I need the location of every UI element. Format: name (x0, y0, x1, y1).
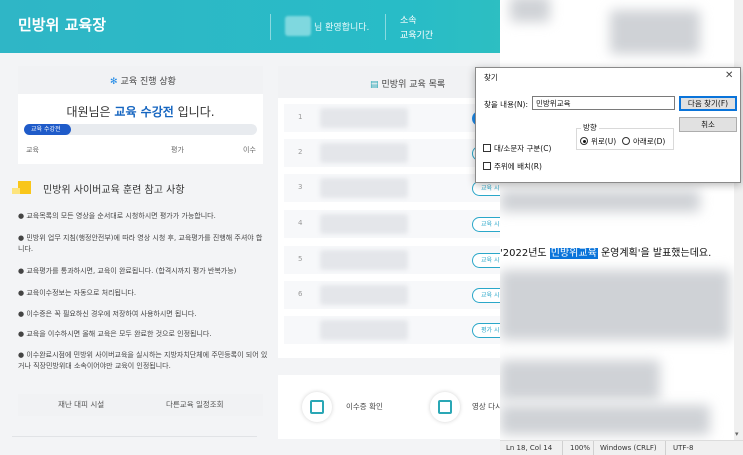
cursor-position: Ln 18, Col 14 (506, 444, 553, 452)
affiliation-label: 소속 (400, 16, 417, 26)
row-number: 1 (298, 113, 303, 121)
blurred-content (510, 0, 550, 22)
find-next-button[interactable]: 다음 찾기(F) (679, 96, 737, 111)
direction-up-label[interactable]: 위로(U) (591, 136, 616, 147)
blurred-content (500, 190, 700, 212)
notice-item: ● 교육이수정보는 자동으로 처리됩니다. (18, 289, 137, 297)
welcome-text: 님 환영합니다. (314, 23, 370, 33)
vertical-scrollbar[interactable] (734, 0, 743, 440)
blurred-content (500, 405, 710, 435)
progress-title: ✻ 교육 진행 상황 (110, 77, 176, 87)
status-highlight: 교육 수강전 (114, 105, 174, 119)
direction-label: 방향 (581, 122, 599, 133)
education-row: 1교육 시청 (284, 104, 508, 132)
notice-item: ● 이수완료시점에 민방위 사이버교육을 실시하는 지방자치단체에 주민등록이 … (18, 351, 268, 370)
scroll-down-icon[interactable]: ▾ (735, 430, 739, 438)
blurred-content (500, 270, 730, 340)
notice-item: ● 교육목록의 모든 영상을 순서대로 시청하시면 평가가 가능합니다. (18, 212, 216, 220)
monitor-icon (438, 400, 452, 414)
other-schedule-link[interactable]: 다른교육 일정조회 (166, 399, 224, 410)
progress-card-header: ✻ 교육 진행 상황 (18, 66, 263, 94)
notice-icon (12, 181, 31, 194)
certificate-bar: 이수증 확인 영상 다시보기 (278, 375, 516, 439)
education-row: 5 교육 시청 (284, 246, 508, 274)
blurred-content (500, 360, 660, 400)
row-title-blurred (320, 285, 408, 305)
step-education: 교육 (26, 146, 39, 154)
header-divider (270, 14, 271, 40)
row-title-blurred (320, 214, 408, 234)
row-title-blurred (320, 320, 408, 340)
progress-card: ✻ 교육 진행 상황 대원님은 교육 수강전 입니다. 교육 수강전 교육 평가 … (18, 66, 263, 164)
education-row: 평가 시작 (284, 316, 508, 344)
row-number: 4 (298, 219, 303, 227)
notice-item: ● 교육평가를 통과하시면, 교육이 완료됩니다. (합격시까지 평가 반복가능… (18, 267, 237, 275)
direction-down-label[interactable]: 아래로(D) (633, 136, 665, 147)
bottom-link-bar: 재난 대피 시설 다른교육 일정조회 (18, 394, 263, 416)
statusbar-divider (562, 441, 563, 455)
shelter-link[interactable]: 재난 대피 시설 (58, 399, 104, 410)
certificate-button[interactable] (302, 392, 332, 422)
notice-item: ● 민방위 업무 지침(행정안전부)에 따라 영상 시청 후, 교육평가를 진행… (18, 234, 263, 253)
user-name-blurred (285, 16, 311, 36)
line-ending: Windows (CRLF) (600, 444, 657, 452)
header-divider (385, 14, 386, 40)
close-icon[interactable]: ✕ (725, 70, 733, 81)
row-title-blurred (320, 143, 408, 163)
education-row: 2교육 시청 (284, 139, 508, 167)
blurred-content (610, 10, 700, 54)
cancel-button[interactable]: 취소 (679, 117, 737, 132)
video-replay-button[interactable] (430, 392, 460, 422)
search-highlight: 민방위교육 (549, 248, 598, 259)
statusbar-divider (665, 441, 666, 455)
step-completion: 이수 (243, 146, 256, 154)
row-number: 2 (298, 148, 303, 156)
match-case-label[interactable]: 대/소문자 구분(C) (494, 143, 551, 154)
notice-item: ● 교육을 이수하시면 올해 교육은 모두 완료한 것으로 인정됩니다. (18, 330, 212, 338)
certificate-label[interactable]: 이수증 확인 (346, 401, 383, 412)
zoom-level: 100% (570, 444, 591, 452)
direction-up-radio[interactable] (580, 137, 588, 145)
education-list-header: ▤ 민방위 교육 목록 (278, 66, 505, 98)
row-title-blurred (320, 250, 408, 270)
direction-down-radio[interactable] (622, 137, 630, 145)
period-label: 교육기간 (400, 31, 434, 41)
row-title-blurred (320, 178, 408, 198)
step-evaluation: 평가 (171, 146, 184, 154)
education-list-title: ▤ 민방위 교육 목록 (370, 80, 446, 90)
certificate-icon (310, 400, 324, 414)
status-line: 대원님은 교육 수강전 입니다. (66, 105, 215, 119)
education-row: 3 교육 시청 (284, 174, 508, 202)
progress-badge: 교육 수강전 (31, 126, 61, 133)
match-case-checkbox[interactable] (483, 144, 491, 152)
notice-title: 민방위 사이버교육 훈련 참고 사항 (43, 185, 185, 196)
status-bar: Ln 18, Col 14 100% Windows (CRLF) UTF-8 (500, 440, 743, 455)
row-number: 3 (298, 183, 303, 191)
wrap-around-label[interactable]: 주위에 배치(R) (494, 161, 542, 172)
row-title-blurred (320, 108, 408, 128)
find-dialog: 찾기 ✕ 찾을 내용(N): 민방위교육 다음 찾기(F) 취소 방향 위로(U… (475, 67, 741, 183)
site-title[interactable]: 민방위 교육장 (18, 14, 106, 35)
education-row: 6 교육 시청 (284, 281, 508, 309)
encoding: UTF-8 (673, 444, 694, 452)
find-dialog-title: 찾기 (484, 73, 498, 82)
row-number: 5 (298, 255, 303, 263)
find-input[interactable]: 민방위교육 (532, 96, 675, 110)
statusbar-divider (593, 441, 594, 455)
education-list-card: ▤민방위 교육 목록 1교육 시청 2교육 시청 3교육 시청 4교육 시청 5교육 시… (278, 66, 508, 358)
divider (12, 436, 257, 437)
document-text-line[interactable]: '2022년도 민방위교육 운영계획'을 발표했는데요. (500, 244, 711, 259)
notice-item: ● 이수증은 꼭 필요하신 경우에 저장하여 사용하시면 됩니다. (18, 310, 197, 318)
sparkle-icon: ✻ (110, 77, 118, 87)
row-number: 6 (298, 290, 303, 298)
wrap-around-checkbox[interactable] (483, 162, 491, 170)
education-row: 4 교육 시청 (284, 210, 508, 238)
find-label: 찾을 내용(N): (484, 100, 528, 109)
list-icon: ▤ (370, 80, 379, 90)
